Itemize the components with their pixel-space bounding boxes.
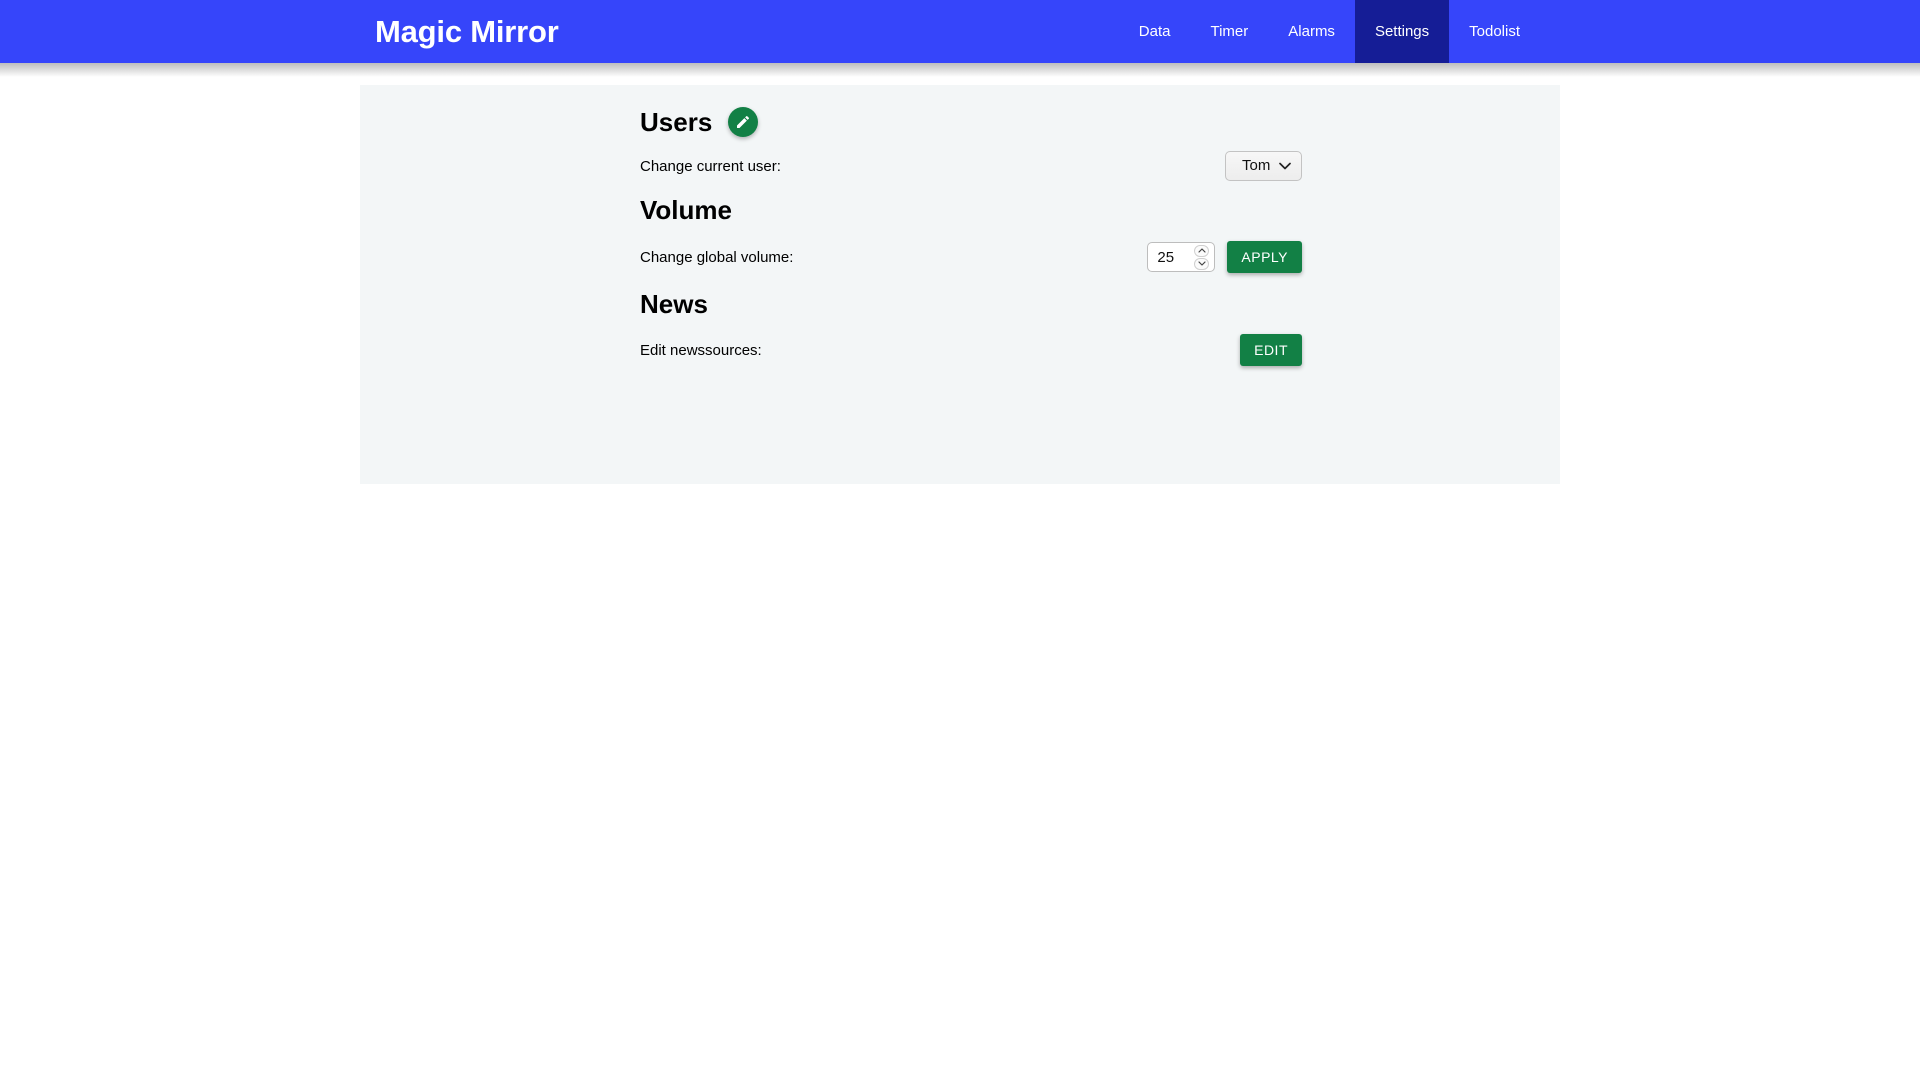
nav-item-todolist[interactable]: Todolist [1449,0,1540,63]
page-body: Users Change current user: Tom Volume Ch… [0,63,1920,1080]
row-change-current-user: Change current user: Tom [640,151,1560,181]
top-navbar: Magic Mirror Data Timer Alarms Settings … [0,0,1920,63]
row-change-global-volume: Change global volume: APPLY [640,241,1560,273]
user-select[interactable]: Tom [1225,151,1302,181]
volume-input[interactable] [1157,248,1193,266]
nav-item-alarms[interactable]: Alarms [1268,0,1355,63]
label-change-global-volume: Change global volume: [640,248,794,266]
volume-stepper [1194,244,1210,270]
row-edit-newssources: Edit newssources: EDIT [640,334,1560,366]
nav-links: Data Timer Alarms Settings Todolist [1119,0,1540,63]
controls-change-global-volume: APPLY [1147,241,1302,273]
nav-item-timer[interactable]: Timer [1190,0,1268,63]
app-brand-title: Magic Mirror [375,14,559,49]
section-header-users: Users [640,107,759,137]
label-change-current-user: Change current user: [640,157,781,175]
section-header-volume: Volume [640,197,732,223]
user-select-wrapper: Tom [1225,151,1302,181]
nav-item-settings[interactable]: Settings [1354,0,1450,63]
section-title-news: News [640,289,708,319]
section-title-volume: Volume [640,195,732,225]
volume-input-wrapper [1147,242,1216,272]
controls-change-current-user: Tom [1225,151,1302,181]
controls-edit-newssources: EDIT [1240,334,1302,366]
label-edit-newssources: Edit newssources: [640,341,762,359]
pencil-icon [735,114,751,130]
section-title-users: Users [640,107,713,137]
nav-item-data[interactable]: Data [1119,0,1191,63]
apply-volume-button[interactable]: APPLY [1227,241,1302,273]
stepper-down-icon[interactable] [1194,257,1210,270]
stepper-up-icon[interactable] [1194,244,1210,257]
pencil-icon-button[interactable] [728,107,759,137]
settings-panel: Users Change current user: Tom Volume Ch… [360,85,1560,484]
edit-newssources-button[interactable]: EDIT [1240,334,1302,366]
section-header-news: News [640,291,708,317]
